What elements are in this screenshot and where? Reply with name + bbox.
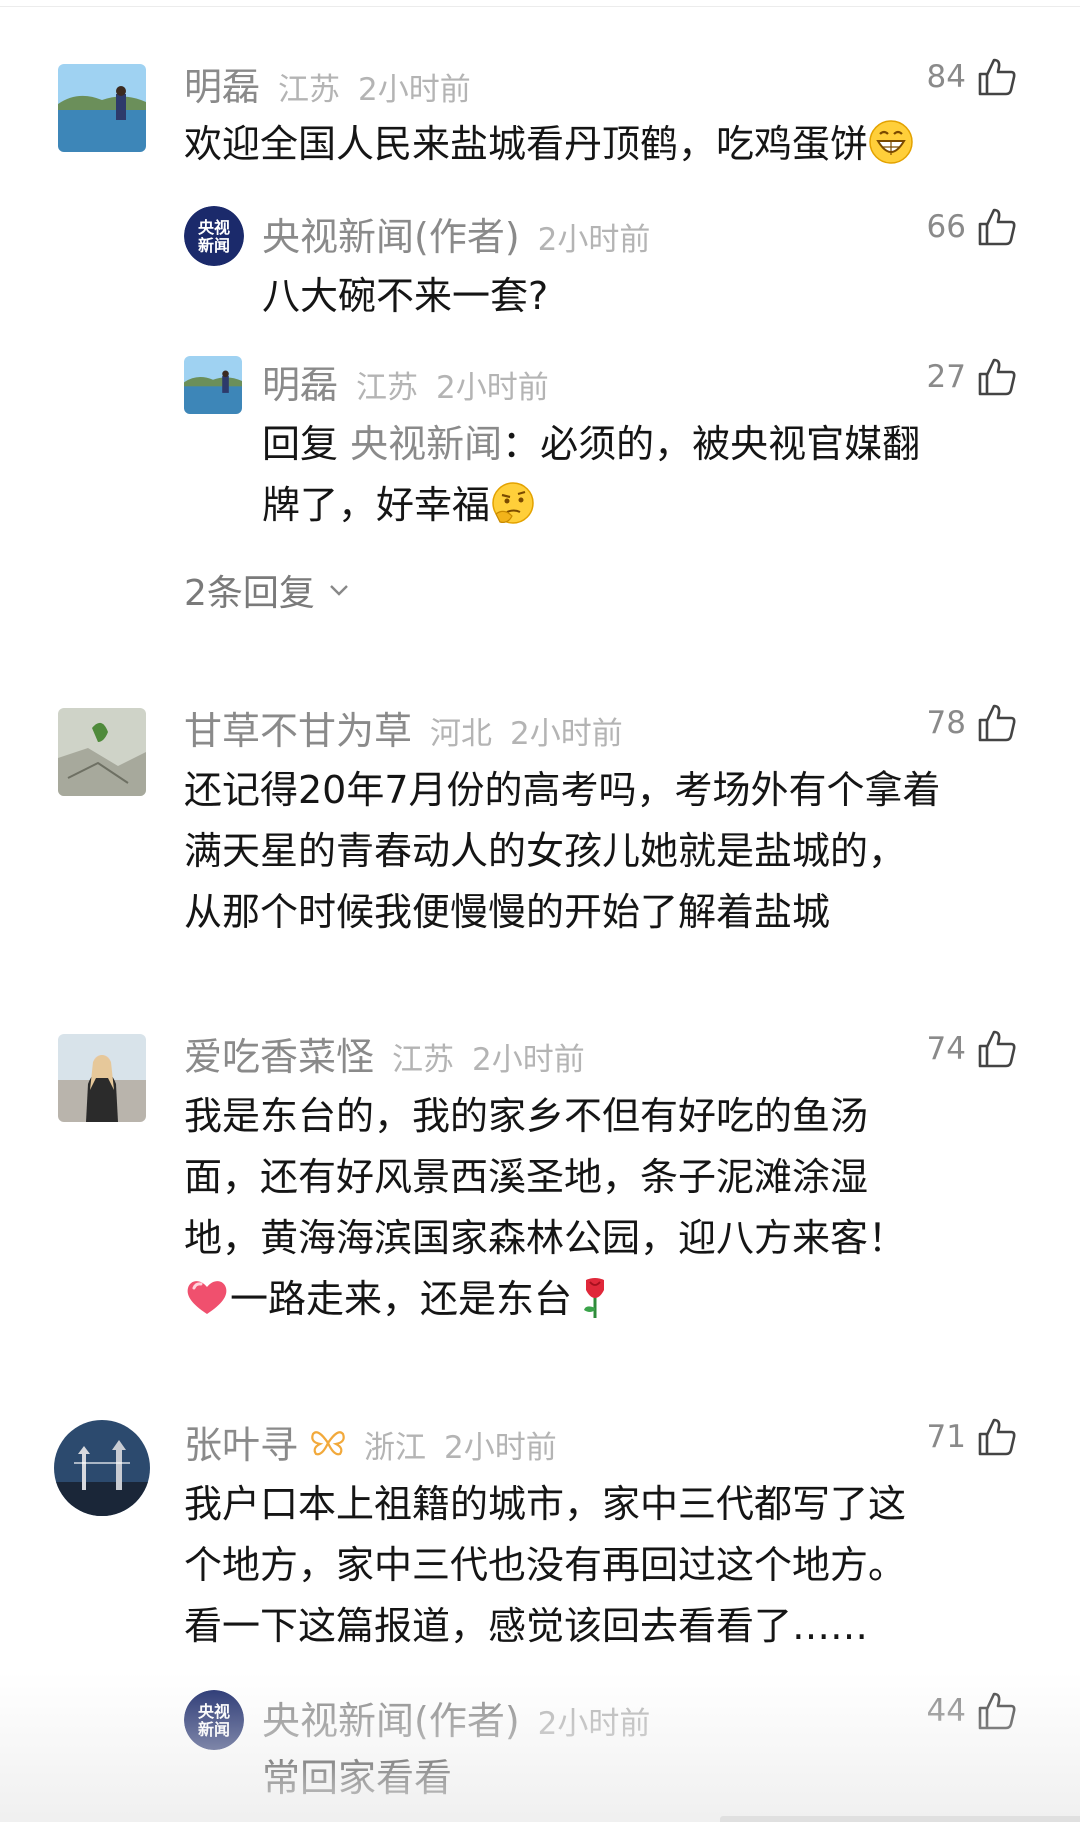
commenter-name[interactable]: 张叶寻 [184,1414,298,1469]
thumbs-up-icon [978,1030,1016,1068]
comment-text: 我户口本上祖籍的城市，家中三代都写了这 个地方，家中三代也没有再回过这个地方。 … [184,1482,907,1648]
cctv-avatar[interactable]: 央视 新闻 [184,206,244,266]
avatar-rock-photo [58,708,146,796]
comment-text: 还记得20年7月份的高考吗，考场外有个拿着 满天星的青春动人的女孩儿她就是盐城的… [184,768,941,934]
thumbs-up-icon [978,704,1016,742]
more-replies-label: 2条回复 [184,573,315,614]
reply-time: 2小时前 [537,222,651,258]
avatar[interactable] [58,708,146,796]
commenter-name[interactable]: 甘草不甘为草 [184,700,412,755]
cctv-news-logo: 央视 新闻 [184,1690,244,1750]
like-button[interactable]: 84 [927,56,1018,98]
avatar-beach-photo [58,1034,146,1122]
thumbs-up-icon [978,1692,1016,1730]
reply-author-name[interactable]: 明磊 [262,354,338,409]
like-button[interactable]: 74 [927,1028,1018,1070]
svg-text:新闻: 新闻 [198,236,230,255]
home-indicator [720,1816,1080,1822]
like-button[interactable]: 78 [927,702,1018,744]
like-count: 84 [926,59,966,95]
comment-time: 2小时前 [358,72,471,108]
like-count: 78 [926,705,966,741]
like-button[interactable]: 27 [927,356,1018,398]
reply-text: 八大碗不来一套? [262,274,549,318]
thinking-emoji [490,480,536,526]
commenter-location: 河北 [430,716,493,752]
svg-text:新闻: 新闻 [198,1720,230,1739]
comment-text: 欢迎全国人民来盐城看丹顶鹤，吃鸡蛋饼 [184,114,914,175]
avatar[interactable] [58,1034,146,1122]
like-count: 44 [926,1693,966,1729]
reply-author-name[interactable]: 央视新闻(作者) [262,206,520,261]
like-button[interactable]: 44 [927,1690,1018,1732]
reply-text: 常回家看看 [262,1756,453,1800]
avatar[interactable] [184,356,242,414]
like-count: 66 [926,209,966,245]
butterfly-icon [311,1431,345,1456]
like-count: 27 [926,359,966,395]
like-button[interactable]: 66 [927,206,1018,248]
svg-text:央视: 央视 [198,218,230,237]
avatar[interactable] [58,64,146,152]
thumbs-up-icon [978,58,1016,96]
grinning-emoji [868,119,914,165]
commenter-location: 江苏 [278,72,341,108]
comment-time: 2小时前 [444,1430,557,1466]
avatar[interactable] [54,1420,150,1516]
avatar-pagoda-photo [54,1420,150,1516]
reply-time: 2小时前 [537,1706,651,1742]
chevron-down-icon [330,585,348,596]
comment-time: 2小时前 [472,1042,585,1078]
avatar-lake-photo [58,64,146,152]
comment-text: 我是东台的，我的家乡不但有好吃的鱼汤 面，还有好风景西溪圣地，条子泥滩涂湿 地，… [184,1094,907,1321]
reply-author-name[interactable]: 央视新闻(作者) [262,1690,520,1745]
commenter-name[interactable]: 明磊 [184,56,260,111]
cctv-avatar[interactable]: 央视 新闻 [184,1690,244,1750]
reply-time: 2小时前 [436,370,549,406]
like-count: 71 [926,1419,966,1455]
commenter-name[interactable]: 爱吃香菜怪 [184,1026,374,1081]
thumbs-up-icon [978,358,1016,396]
expand-replies-button[interactable]: 2条回复 [184,564,351,616]
commenter-location: 浙江 [364,1430,427,1466]
top-divider [0,6,1080,7]
reply-location: 江苏 [356,370,419,406]
rose-emoji [572,1274,618,1320]
commenter-location: 江苏 [392,1042,455,1078]
thumbs-up-icon [978,208,1016,246]
avatar-lake-photo [184,356,242,414]
svg-text:央视: 央视 [198,1702,230,1721]
cctv-news-logo: 央视 新闻 [184,206,244,266]
like-button[interactable]: 71 [927,1416,1018,1458]
comment-time: 2小时前 [510,716,623,752]
heart-emoji [184,1274,230,1320]
thumbs-up-icon [978,1418,1016,1456]
like-count: 74 [926,1031,966,1067]
reply-target-link[interactable]: 央视新闻 [350,422,502,466]
reply-text: 回复 央视新闻：必须的，被央视官媒翻 牌了，好幸福 [262,422,921,527]
